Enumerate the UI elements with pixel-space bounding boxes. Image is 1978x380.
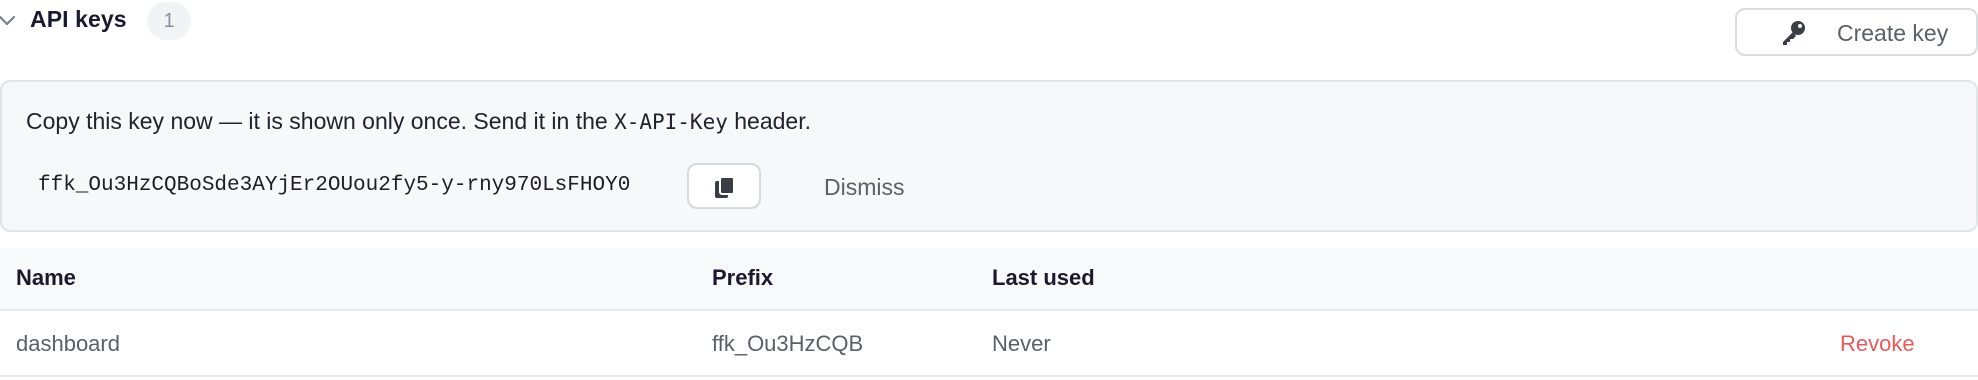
cell-last-used: Never xyxy=(992,331,1051,356)
api-key-value[interactable]: ffk_Ou3HzCQBoSde3AYjEr2OUou2fy5-y-rny970… xyxy=(38,174,630,197)
copy-icon xyxy=(715,176,735,198)
cell-prefix: ffk_Ou3HzCQB xyxy=(712,331,864,356)
notice-text-before: Copy this key now — it is shown only onc… xyxy=(26,108,615,134)
dismiss-button[interactable]: Dismiss xyxy=(824,174,905,201)
new-key-notice: Copy this key now — it is shown only onc… xyxy=(0,80,1978,232)
section-header: API keys 1 Create key xyxy=(0,0,1978,60)
copy-key-button[interactable] xyxy=(687,163,761,209)
column-header-name: Name xyxy=(16,265,76,290)
create-key-button[interactable]: Create key xyxy=(1735,8,1978,56)
column-header-prefix: Prefix xyxy=(712,265,774,290)
notice-text-after: header. xyxy=(727,108,812,134)
create-key-label: Create key xyxy=(1837,20,1949,46)
count-badge: 1 xyxy=(147,2,191,40)
chevron-down-icon[interactable] xyxy=(0,14,16,28)
api-keys-table: Name Prefix Last used dashboard ffk_Ou3H… xyxy=(0,248,1978,380)
table-header: Name Prefix Last used xyxy=(0,248,1978,311)
revoke-button[interactable]: Revoke xyxy=(1840,331,1915,357)
header-name: X-API-Key xyxy=(614,110,728,134)
column-header-last-used: Last used xyxy=(992,265,1095,290)
cell-name: dashboard xyxy=(16,331,120,356)
table-row: dashboard ffk_Ou3HzCQB Never Revoke xyxy=(0,311,1978,377)
key-icon xyxy=(1783,21,1805,45)
notice-message: Copy this key now — it is shown only onc… xyxy=(26,108,811,135)
section-title: API keys xyxy=(30,6,127,32)
